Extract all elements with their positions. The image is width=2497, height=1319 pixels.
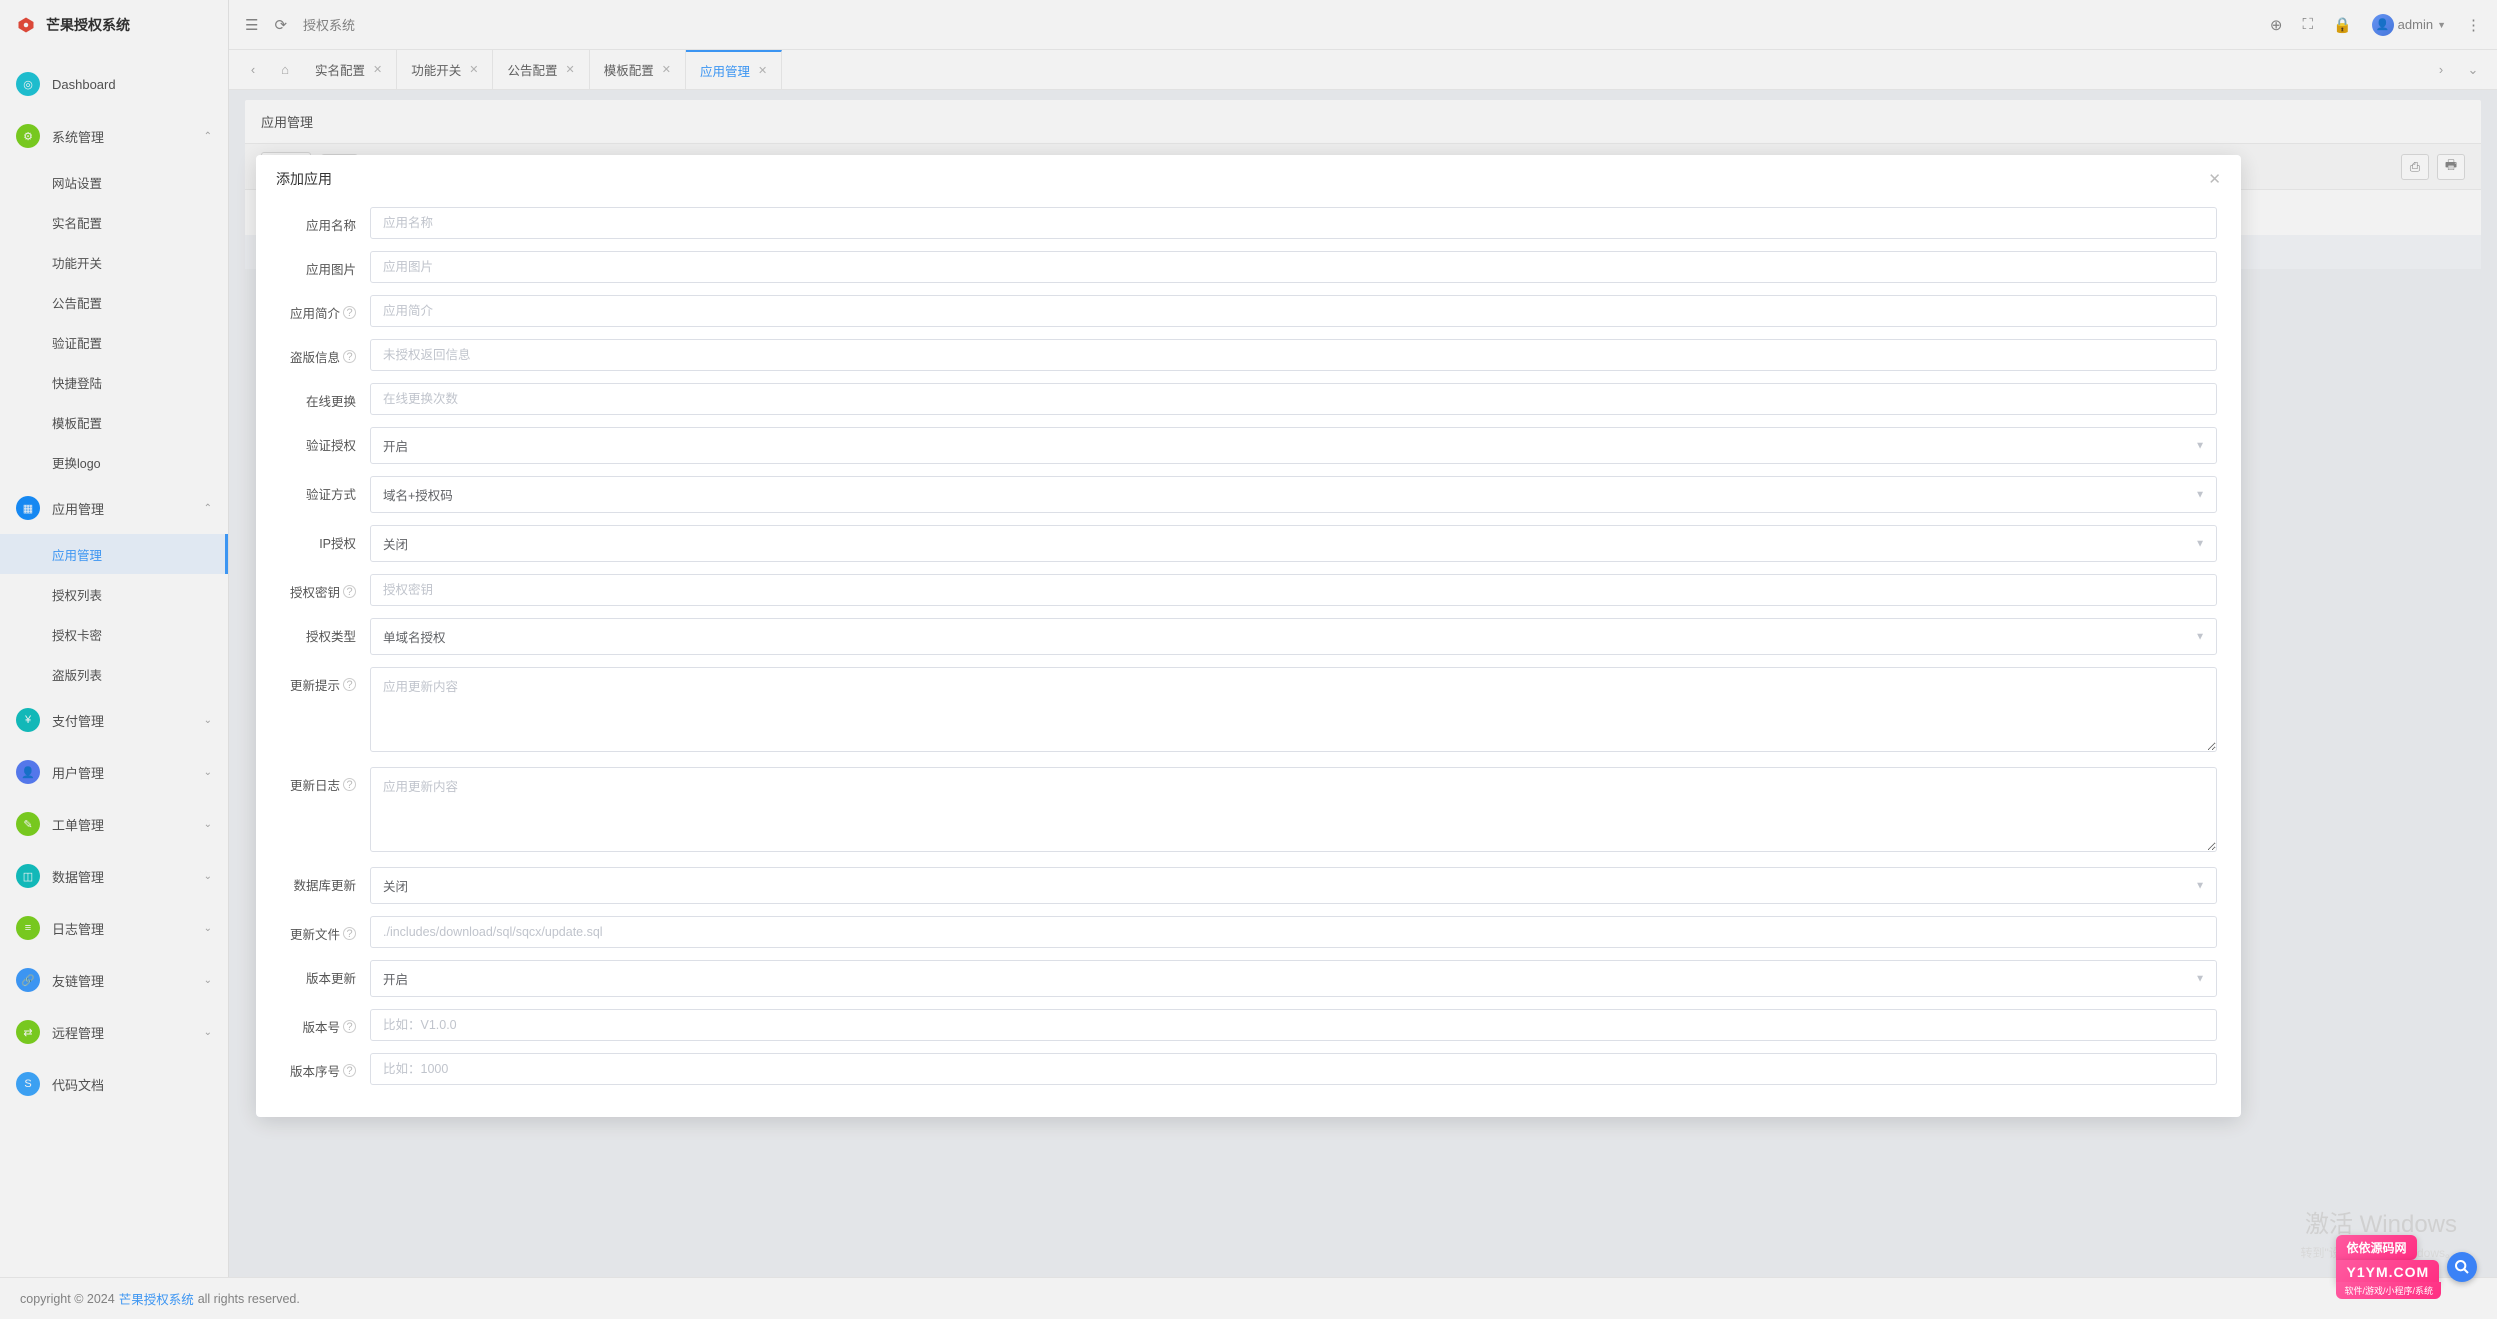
row-build: 版本序号? [280,1053,2217,1085]
row-version: 版本号? [280,1009,2217,1041]
build-input[interactable] [370,1053,2217,1085]
piracy-input[interactable] [370,339,2217,371]
verupd-select[interactable]: 开启 [370,960,2217,997]
help-icon[interactable]: ? [343,1064,356,1077]
modal-title: 添加应用 [276,169,332,189]
secret-label: 授权密钥? [280,574,370,601]
verify-select[interactable]: 开启 [370,427,2217,464]
modal-add-app: 添加应用 ✕ 应用名称 应用图片 应用简介? 盗版信息? 在线更换 验证授权 开… [256,155,2241,1117]
row-method: 验证方式 域名+授权码▼ [280,476,2217,513]
verify-label: 验证授权 [280,427,370,454]
authtype-label: 授权类型 [280,618,370,645]
authtype-select[interactable]: 单域名授权 [370,618,2217,655]
help-icon[interactable]: ? [343,778,356,791]
image-label: 应用图片 [280,251,370,278]
help-icon[interactable]: ? [343,350,356,363]
row-verify: 验证授权 开启▼ [280,427,2217,464]
row-ipauth: IP授权 关闭▼ [280,525,2217,562]
row-name: 应用名称 [280,207,2217,239]
online-input[interactable] [370,383,2217,415]
site-badge: 依依源码网 Y1YM.COM 软件/游戏/小程序/系统 [2336,1235,2477,1299]
method-select[interactable]: 域名+授权码 [370,476,2217,513]
close-icon[interactable]: ✕ [2208,170,2221,188]
modal-mask[interactable]: 添加应用 ✕ 应用名称 应用图片 应用简介? 盗版信息? 在线更换 验证授权 开… [0,0,2497,1319]
method-label: 验证方式 [280,476,370,503]
row-image: 应用图片 [280,251,2217,283]
updfile-label: 更新文件? [280,916,370,943]
badge-sub: 软件/游戏/小程序/系统 [2336,1282,2441,1299]
badge-title: 依依源码网 [2336,1235,2416,1260]
row-updfile: 更新文件? [280,916,2217,948]
name-input[interactable] [370,207,2217,239]
version-label: 版本号? [280,1009,370,1036]
online-label: 在线更换 [280,383,370,410]
name-label: 应用名称 [280,207,370,234]
help-icon[interactable]: ? [343,1020,356,1033]
search-badge-icon[interactable] [2447,1252,2477,1282]
row-secret: 授权密钥? [280,574,2217,606]
intro-label: 应用简介? [280,295,370,322]
row-authtype: 授权类型 单域名授权▼ [280,618,2217,655]
verupd-label: 版本更新 [280,960,370,987]
dbupd-label: 数据库更新 [280,867,370,894]
row-verupd: 版本更新 开启▼ [280,960,2217,997]
help-icon[interactable]: ? [343,927,356,940]
updtip-textarea[interactable] [370,667,2217,752]
row-dbupd: 数据库更新 关闭▼ [280,867,2217,904]
secret-input[interactable] [370,574,2217,606]
row-piracy: 盗版信息? [280,339,2217,371]
updlog-textarea[interactable] [370,767,2217,852]
piracy-label: 盗版信息? [280,339,370,366]
badge-domain: Y1YM.COM [2336,1260,2439,1284]
help-icon[interactable]: ? [343,678,356,691]
help-icon[interactable]: ? [343,585,356,598]
updlog-label: 更新日志? [280,767,370,794]
ipauth-select[interactable]: 关闭 [370,525,2217,562]
help-icon[interactable]: ? [343,306,356,319]
version-input[interactable] [370,1009,2217,1041]
ipauth-label: IP授权 [280,525,370,552]
updtip-label: 更新提示? [280,667,370,694]
row-online: 在线更换 [280,383,2217,415]
dbupd-select[interactable]: 关闭 [370,867,2217,904]
row-intro: 应用简介? [280,295,2217,327]
intro-input[interactable] [370,295,2217,327]
updfile-input[interactable] [370,916,2217,948]
build-label: 版本序号? [280,1053,370,1080]
row-updtip: 更新提示? [280,667,2217,755]
image-input[interactable] [370,251,2217,283]
row-updlog: 更新日志? [280,767,2217,855]
